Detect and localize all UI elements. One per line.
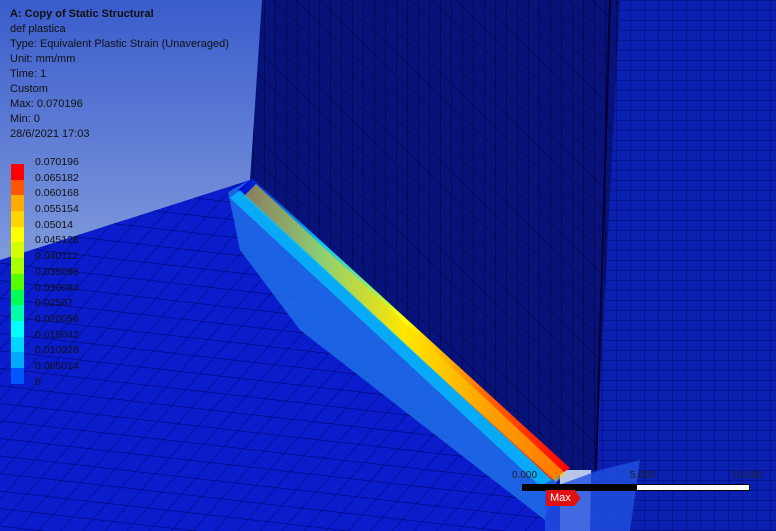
legend-level: 0.015042 <box>10 328 130 353</box>
result-info-panel: A: Copy of Static Structural def plastic… <box>10 7 229 142</box>
result-unit: Unit: mm/mm <box>10 53 76 65</box>
legend-value: 0.030084 <box>35 281 79 294</box>
legend-level: 0.02507 <box>10 297 130 321</box>
legend-value: 0.05014 <box>35 218 73 231</box>
legend-value: 0.065182 <box>35 171 79 184</box>
legend-value: 0 <box>35 375 41 388</box>
result-date: 28/6/2021 17:03 <box>10 128 90 140</box>
legend-level: 0.035098 <box>10 265 130 290</box>
legend-value: 0.040112 <box>35 250 79 263</box>
result-name: def plastica <box>10 23 66 35</box>
analysis-title: A: Copy of Static Structural <box>10 8 154 20</box>
legend-value: 0.035098 <box>35 265 79 278</box>
legend-value: 0.015042 <box>35 328 79 341</box>
contour-legend[interactable]: 0.070196 0.065182 0.060168 0.055154 0.05014 0… <box>10 156 130 391</box>
result-mode: Custom <box>10 83 48 95</box>
legend-level: 0.045126 <box>10 234 130 259</box>
legend-value: 0.045126 <box>35 234 79 247</box>
legend-value: 0.070196 <box>35 156 79 168</box>
legend-level: 0.055154 <box>10 203 130 227</box>
legend-level: 0.010028 <box>10 344 130 368</box>
legend-value: 0.02507 <box>35 297 73 310</box>
legend-value: 0.010028 <box>35 344 79 357</box>
legend-value: 0.020056 <box>35 312 79 325</box>
scale-label-left: 0.000 <box>512 470 538 481</box>
legend-level: 0 <box>10 376 130 392</box>
legend-level: 0.030084 <box>10 281 130 306</box>
scale-label-right: 10.000 <box>732 470 763 481</box>
legend-level: 0.020056 <box>10 312 130 337</box>
scale-label-mid: 5.000 <box>630 470 656 481</box>
graphics-viewport[interactable]: A: Copy of Static Structural def plastic… <box>0 0 776 531</box>
result-type: Type: Equivalent Plastic Strain (Unavera… <box>10 38 229 50</box>
scale-segment-1 <box>522 484 636 491</box>
result-time: Time: 1 <box>10 68 47 80</box>
legend-value: 0.055154 <box>35 203 79 216</box>
legend-level: 0.005014 <box>10 359 130 384</box>
legend-level: 0.060168 <box>10 187 130 212</box>
side-face[interactable] <box>590 0 776 531</box>
legend-level: 0.05014 <box>10 218 130 243</box>
max-probe-label[interactable]: Max <box>546 490 581 506</box>
legend-level: 0.065182 <box>10 171 130 196</box>
result-max: Max: 0.070196 <box>10 98 83 110</box>
scale-segment-2 <box>636 484 750 491</box>
legend-value: 0.060168 <box>35 187 79 200</box>
legend-level: 0.040112 <box>10 250 130 274</box>
legend-level: 0.070196 <box>10 156 130 180</box>
result-min: Min: 0 <box>10 113 40 125</box>
legend-value: 0.005014 <box>35 359 79 372</box>
